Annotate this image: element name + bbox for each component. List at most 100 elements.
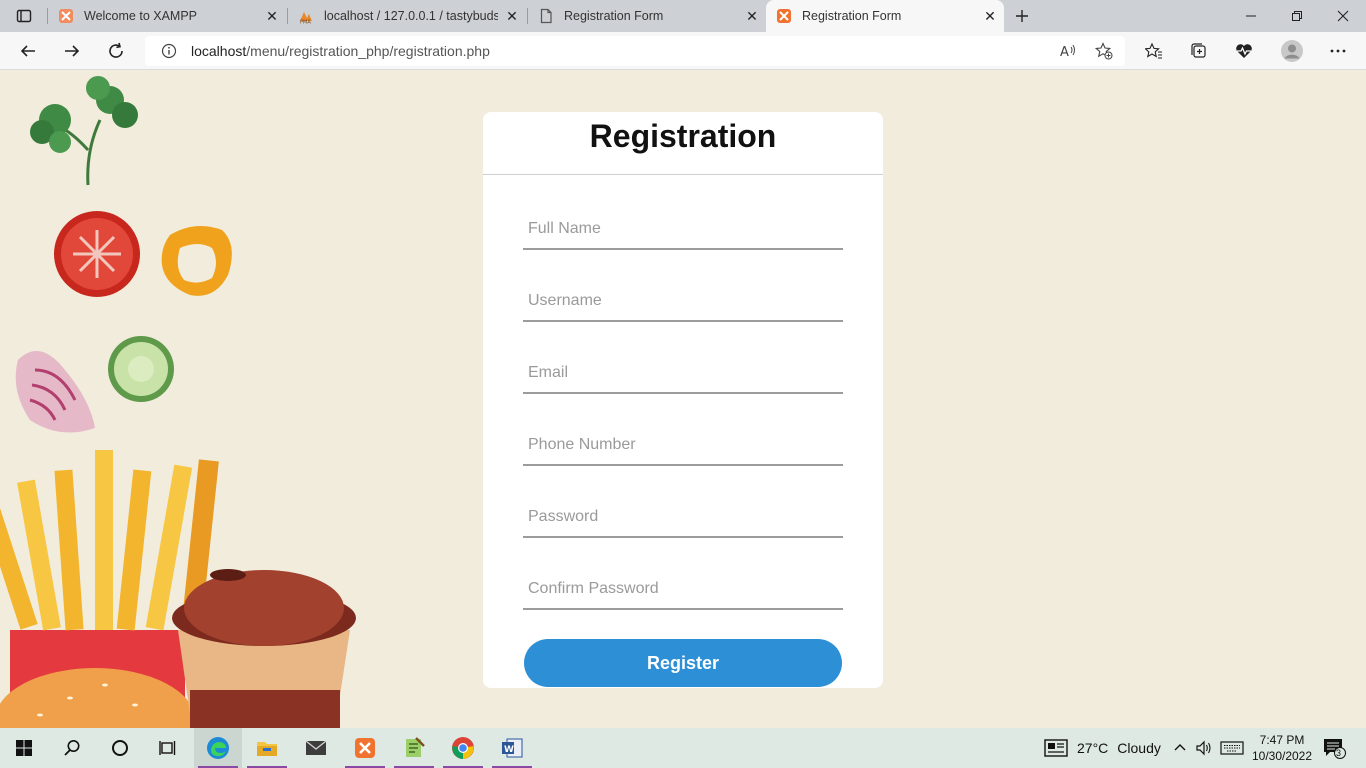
tab-title: Registration Form bbox=[564, 9, 664, 23]
food-illustration bbox=[0, 76, 356, 728]
restore-icon bbox=[1292, 11, 1302, 21]
cortana-button[interactable] bbox=[96, 728, 144, 768]
collections-icon bbox=[1191, 43, 1206, 58]
add-favorite-icon[interactable] bbox=[1095, 42, 1113, 60]
word-icon: W bbox=[502, 738, 523, 758]
xampp-icon bbox=[59, 9, 73, 23]
favorites-button[interactable] bbox=[1138, 35, 1170, 67]
cucumber-slice-icon bbox=[108, 336, 174, 402]
browser-toolbar: localhost/menu/registration_php/registra… bbox=[0, 32, 1366, 70]
refresh-button[interactable] bbox=[100, 35, 132, 67]
email-input[interactable] bbox=[523, 356, 843, 390]
username-input[interactable] bbox=[523, 284, 843, 318]
tab-title: Welcome to XAMPP bbox=[84, 9, 198, 23]
weather-widget[interactable]: 27°C Cloudy bbox=[1044, 728, 1161, 768]
tomato-slice-icon bbox=[54, 211, 140, 297]
restore-button[interactable] bbox=[1274, 0, 1320, 32]
parsley-icon bbox=[30, 76, 138, 186]
full-name-input[interactable] bbox=[523, 212, 843, 246]
keyboard-icon bbox=[1220, 741, 1244, 755]
tab-title: Registration Form bbox=[802, 9, 902, 23]
tab-close-icon[interactable]: ✕ bbox=[976, 8, 1004, 25]
tab-welcome-xampp[interactable]: Welcome to XAMPP ✕ bbox=[48, 0, 286, 32]
svg-text:A: A bbox=[1060, 45, 1069, 60]
onion-slice-icon bbox=[15, 351, 95, 433]
tab-actions-button[interactable] bbox=[8, 0, 40, 32]
taskbar-edge[interactable] bbox=[194, 728, 242, 768]
tab-close-icon[interactable]: ✕ bbox=[258, 8, 286, 25]
notifications-button[interactable]: 3 bbox=[1322, 728, 1346, 768]
tab-close-icon[interactable]: ✕ bbox=[498, 8, 526, 25]
search-icon bbox=[64, 740, 80, 756]
arrow-right-icon bbox=[65, 45, 80, 57]
start-button[interactable] bbox=[0, 728, 48, 768]
pepper-ring-icon bbox=[161, 226, 232, 296]
taskbar-xampp[interactable] bbox=[341, 728, 389, 768]
register-button[interactable]: Register bbox=[524, 639, 842, 687]
search-button[interactable] bbox=[48, 728, 96, 768]
keyboard-button[interactable] bbox=[1220, 728, 1244, 768]
url-host: localhost bbox=[191, 43, 247, 59]
mail-icon bbox=[305, 740, 327, 755]
tab-close-icon[interactable]: ✕ bbox=[738, 8, 766, 25]
browser-essentials-button[interactable] bbox=[1228, 35, 1260, 67]
chevron-up-icon bbox=[1174, 744, 1186, 751]
phone-number-input[interactable] bbox=[523, 428, 843, 462]
close-icon bbox=[1337, 10, 1349, 22]
more-options-icon bbox=[1330, 49, 1346, 53]
full-name-field bbox=[523, 212, 843, 250]
show-hidden-icons-button[interactable] bbox=[1173, 728, 1187, 768]
url-path: /menu/registration_php/registration.php bbox=[246, 43, 490, 59]
refresh-icon bbox=[109, 42, 123, 58]
email-field bbox=[523, 356, 843, 394]
speaker-icon bbox=[1196, 740, 1211, 756]
minimize-button[interactable] bbox=[1228, 0, 1274, 32]
cortana-icon bbox=[112, 740, 128, 756]
weather-condition: Cloudy bbox=[1117, 740, 1161, 756]
close-window-button[interactable] bbox=[1320, 0, 1366, 32]
page-icon bbox=[540, 8, 552, 24]
avatar-icon bbox=[1281, 40, 1303, 62]
volume-button[interactable] bbox=[1195, 728, 1213, 768]
info-icon[interactable] bbox=[161, 43, 177, 59]
plus-icon bbox=[1016, 10, 1028, 22]
task-view-button[interactable] bbox=[144, 728, 192, 768]
username-field bbox=[523, 284, 843, 322]
password-input[interactable] bbox=[523, 500, 843, 534]
coffee-cup-icon bbox=[172, 569, 356, 728]
forward-button[interactable] bbox=[56, 35, 88, 67]
taskbar-mail[interactable] bbox=[292, 728, 340, 768]
read-aloud-icon[interactable]: A bbox=[1059, 42, 1077, 60]
clock-time: 7:47 PM bbox=[1259, 733, 1305, 747]
settings-menu-button[interactable] bbox=[1322, 35, 1354, 67]
tab-title: localhost / 127.0.0.1 / tastybudsc bbox=[324, 9, 498, 23]
system-clock[interactable]: 7:47 PM 10/30/2022 bbox=[1250, 728, 1314, 768]
address-bar[interactable]: localhost/menu/registration_php/registra… bbox=[145, 36, 1125, 66]
svg-text:W: W bbox=[504, 745, 514, 755]
task-view-icon bbox=[159, 741, 176, 755]
address-url: localhost/menu/registration_php/registra… bbox=[191, 43, 490, 59]
taskbar-chrome[interactable] bbox=[439, 728, 487, 768]
confirm-password-input[interactable] bbox=[523, 572, 843, 606]
tab-registration-form-active[interactable]: Registration Form ✕ bbox=[766, 0, 1004, 32]
minimize-icon bbox=[1246, 15, 1256, 17]
chrome-icon bbox=[452, 737, 474, 759]
svg-text:PMA: PMA bbox=[300, 20, 311, 25]
weather-temp: 27°C bbox=[1077, 740, 1109, 756]
tab-registration-form[interactable]: Registration Form ✕ bbox=[528, 0, 766, 32]
favorites-icon bbox=[1145, 42, 1162, 59]
profile-button[interactable] bbox=[1276, 35, 1308, 67]
taskbar-word[interactable]: W bbox=[488, 728, 536, 768]
confirm-password-field bbox=[523, 572, 843, 610]
taskbar-notepad-plus[interactable] bbox=[390, 728, 438, 768]
xampp-icon bbox=[355, 738, 375, 758]
windows-start-icon bbox=[16, 740, 32, 756]
tab-phpmyadmin[interactable]: PMA localhost / 127.0.0.1 / tastybudsc ✕ bbox=[288, 0, 526, 32]
back-button[interactable] bbox=[12, 35, 44, 67]
taskbar-file-explorer[interactable] bbox=[243, 728, 291, 768]
taskbar: W 27°C Cloudy 7:47 PM 10/30/2022 3 bbox=[0, 728, 1366, 768]
phone-number-field bbox=[523, 428, 843, 466]
collections-button[interactable] bbox=[1182, 35, 1214, 67]
notepad-plus-icon bbox=[406, 737, 425, 757]
new-tab-button[interactable] bbox=[1006, 0, 1038, 32]
